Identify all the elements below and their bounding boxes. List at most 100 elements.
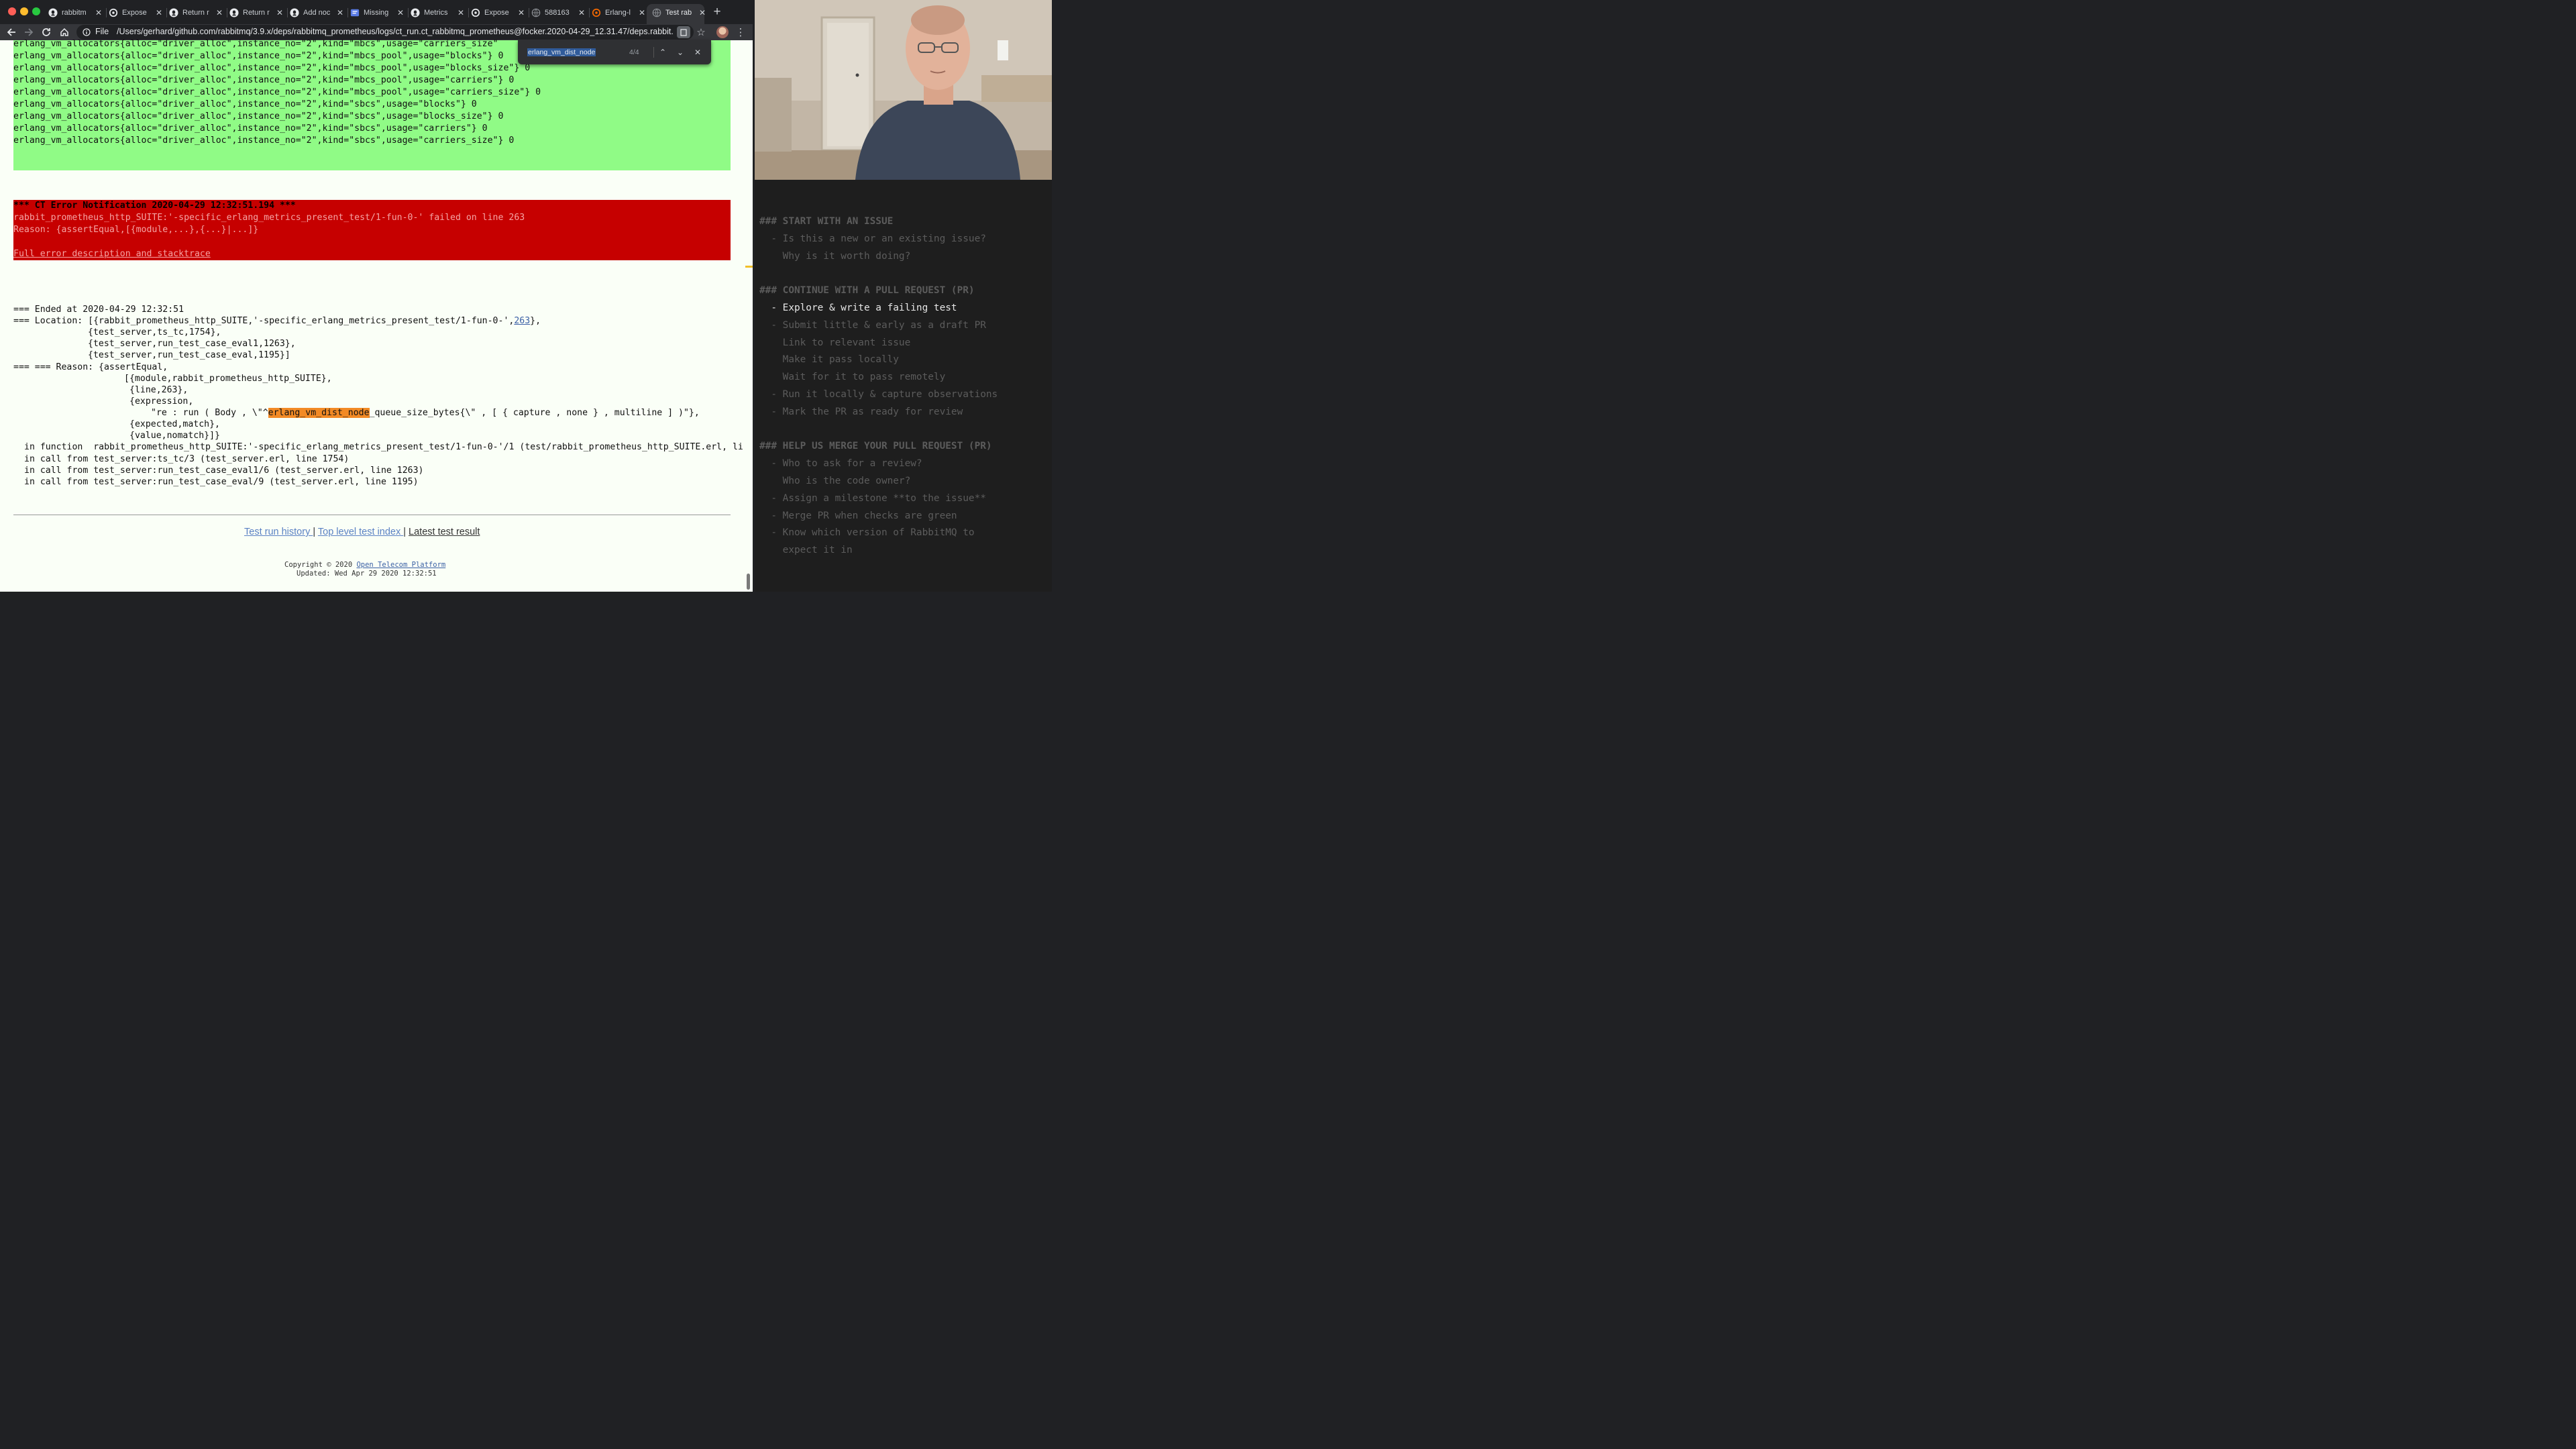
presenter-video-image [755,0,1052,180]
notes-item: Link to relevant issue [759,337,911,348]
reason-line-2: [{module,rabbit_prometheus_http_SUITE}, [124,374,332,384]
tab-label: 588163 [545,9,570,17]
globe-icon [531,8,541,17]
close-window-button[interactable] [8,7,16,15]
home-icon [60,28,68,36]
tab-separator [106,8,107,17]
notes-heading: ### START WITH AN ISSUE [759,216,894,227]
tab-6[interactable]: Missing ✕ [350,4,404,21]
github-icon [290,8,299,17]
tab-separator [408,8,409,17]
tab-close-icon[interactable]: ✕ [639,8,645,17]
expression-line: "re : run ( Body , \"^erlang_vm_dist_nod… [151,407,700,419]
tab-separator [589,8,590,17]
site-info-icon[interactable] [79,25,94,40]
scrollbar[interactable] [743,40,753,592]
tab-2[interactable]: Expose ✕ [109,4,162,21]
latest-test-result-link[interactable]: Latest test result [409,527,480,537]
tab-label: Return r [243,9,270,17]
profile-button[interactable] [715,25,730,40]
find-previous-button[interactable]: ⌃ [657,46,669,58]
tab-label: Test rab [665,9,692,17]
tab-4[interactable]: Return r ✕ [229,4,283,21]
tab-7[interactable]: Metrics ✕ [411,4,464,21]
page-search-button[interactable] [676,25,691,40]
minimize-window-button[interactable] [20,7,28,15]
tab-label: Expose [122,9,147,17]
tab-11[interactable]: Test rab ✕ [652,4,706,21]
top-level-index-link[interactable]: Top level test index [318,527,403,537]
test-run-history-link[interactable]: Test run history [244,527,313,537]
jira-icon [350,8,360,17]
find-close-button[interactable]: ✕ [692,46,704,58]
home-button[interactable] [57,25,72,40]
tab-close-icon[interactable]: ✕ [337,8,343,17]
notes-heading: ### CONTINUE WITH A PULL REQUEST (PR) [759,285,975,297]
notes-item: - Submit little & early as a draft PR [759,319,986,331]
more-vertical-icon: ⋮ [735,27,746,38]
globe-icon [652,8,661,17]
separator: | [403,527,409,537]
tab-3[interactable]: Return r ✕ [169,4,223,21]
notes-item: - Who to ask for a review? [759,458,922,470]
tab-label: Add noc [303,9,331,17]
metric-line: erlang_vm_allocators{alloc="driver_alloc… [13,39,498,49]
github-icon [229,8,239,17]
tab-close-icon[interactable]: ✕ [216,8,223,17]
tab-close-icon[interactable]: ✕ [578,8,585,17]
error-description: rabbit_prometheus_http_SUITE:'-specific_… [13,213,525,223]
ended-line: === Ended at 2020-04-29 12:32:51 [13,305,184,315]
close-icon: ✕ [694,48,702,57]
tab-1[interactable]: rabbitm ✕ [48,4,102,21]
find-next-button[interactable]: ⌄ [674,46,686,58]
tab-separator [347,8,348,17]
tab-close-icon[interactable]: ✕ [95,8,102,17]
tab-label: Return r [182,9,209,17]
tab-label: Missing [364,9,389,17]
tab-label: Metrics [424,9,448,17]
notes-item: - Explore & write a failing test [759,303,957,313]
scrollbar-thumb[interactable] [747,574,750,590]
line-263-link[interactable]: 263 [514,316,530,326]
notes-item: - Assign a milestone **to the issue** [759,492,986,504]
full-error-link[interactable]: Full error description and stacktrace [13,248,211,260]
grafana-icon [109,8,118,17]
tab-8[interactable]: Expose ✕ [471,4,525,21]
metric-line: erlang_vm_allocators{alloc="driver_alloc… [13,63,531,73]
github-icon [169,8,178,17]
tab-close-icon[interactable]: ✕ [156,8,162,17]
tab-close-icon[interactable]: ✕ [699,8,706,17]
location-line-4: {test_server,run_test_case_eval,1195}] [88,350,290,360]
bookmark-button[interactable]: ☆ [694,25,708,40]
chevron-up-icon: ⌃ [659,48,667,57]
back-button[interactable] [4,25,19,40]
expression-prefix: "re : run ( Body , \"^ [151,408,268,418]
tab-9[interactable]: 588163 ✕ [531,4,585,21]
forward-button[interactable] [21,25,36,40]
tab-close-icon[interactable]: ✕ [397,8,404,17]
tab-close-icon[interactable]: ✕ [276,8,283,17]
reason-line-3: {line,263}, [129,385,189,395]
plus-icon: + [713,5,721,19]
otp-link[interactable]: Open Telecom Platform [356,561,445,569]
notes-item: - Know which version of RabbitMQ to [759,527,975,539]
notes-heading: ### HELP US MERGE YOUR PULL REQUEST (PR) [759,441,992,452]
notes-panel: ### START WITH AN ISSUE - Is this a new … [755,180,1052,592]
updated-text: Updated: Wed Apr 29 2020 12:32:51 [297,570,437,578]
reload-button[interactable] [39,25,54,40]
document-search-icon [677,26,690,38]
url-text[interactable]: /Users/gerhard/github.com/rabbitmq/3.9.x… [117,27,674,36]
copyright-text: Copyright © 2020 [284,561,357,569]
call-line-1: in function rabbit_prometheus_http_SUITE… [24,442,743,452]
new-tab-button[interactable]: + [710,5,724,19]
tab-close-icon[interactable]: ✕ [518,8,525,17]
test-log-page: erlang_vm_allocators{alloc="driver_alloc… [0,39,753,592]
tab-5[interactable]: Add noc ✕ [290,4,343,21]
tab-10[interactable]: Erlang-l ✕ [592,4,645,21]
browser-window: rabbitm ✕ Expose ✕ Return r ✕ Return r ✕ Add noc… [0,0,753,592]
maximize-window-button[interactable] [32,7,40,15]
tab-close-icon[interactable]: ✕ [458,8,464,17]
browser-menu-button[interactable]: ⋮ [733,25,748,40]
grafana-icon [592,8,601,17]
find-input[interactable]: erlang_vm_dist_node [527,48,596,56]
